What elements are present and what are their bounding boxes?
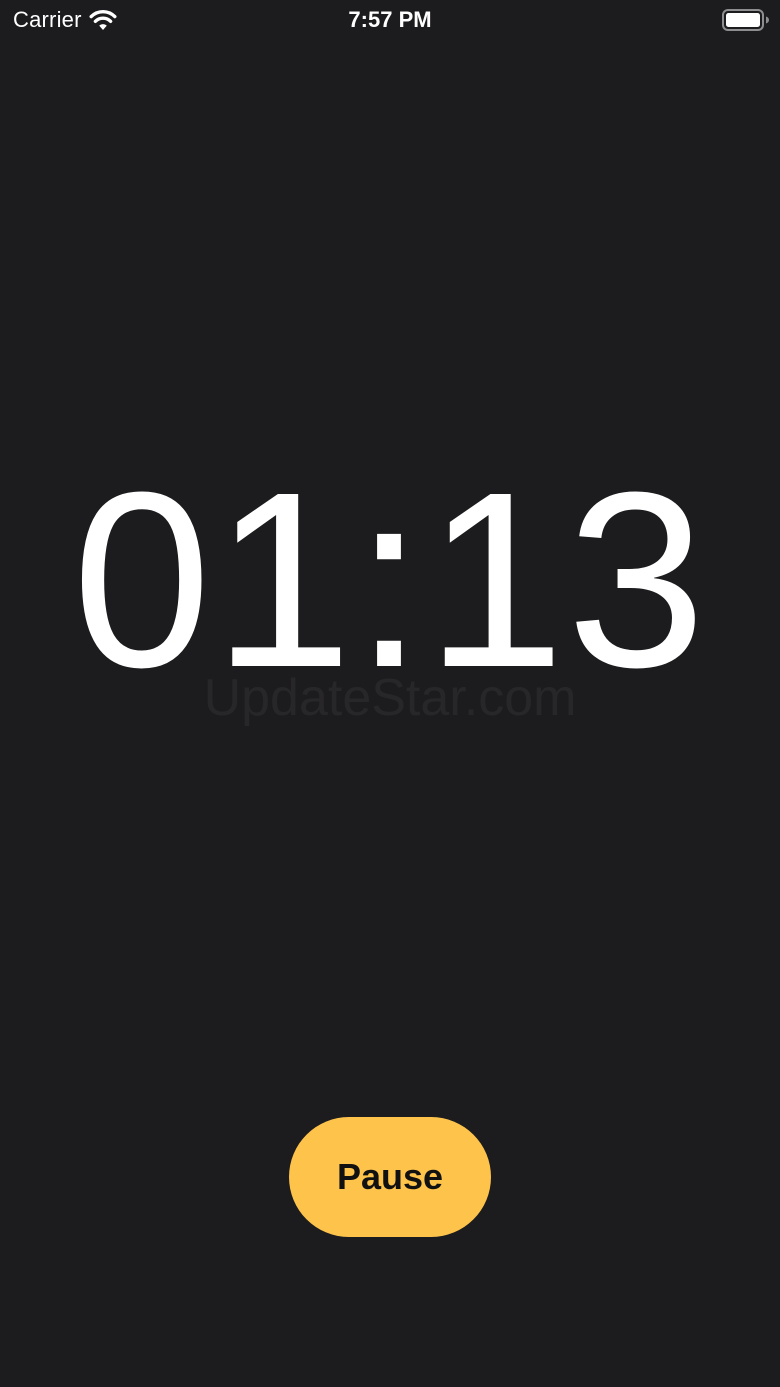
- status-time: 7:57 PM: [348, 7, 432, 32]
- status-bar: Carrier 7:57 PM: [0, 0, 780, 40]
- watermark: UpdateStar.com: [203, 669, 577, 727]
- battery-icon: [722, 9, 770, 31]
- battery-fill: [726, 13, 760, 27]
- pause-button[interactable]: Pause: [289, 1117, 491, 1237]
